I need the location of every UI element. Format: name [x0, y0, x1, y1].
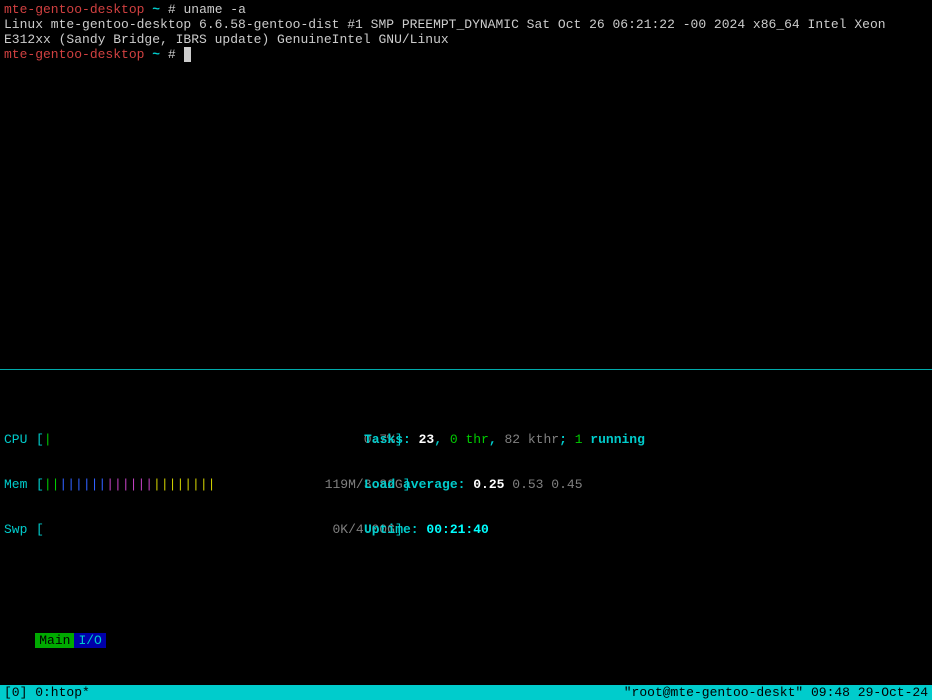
cursor[interactable] [184, 47, 192, 62]
prompt-host: mte-gentoo-desktop [4, 2, 144, 17]
tasks-line: Tasks: 23, 0 thr, 82 kthr; 1 running [364, 432, 928, 447]
shell-output: mte-gentoo-desktop ~ # uname -a Linux mt… [0, 0, 932, 64]
mem-meter: Mem[|||||||||||||||||||||| 119M/3.82G] [4, 477, 364, 492]
tab-io[interactable]: I/O [74, 633, 105, 648]
swp-meter: Swp[ 0K/4.00G] [4, 522, 364, 537]
prompt-tilde: ~ [152, 2, 160, 17]
tab-main[interactable]: Main [35, 633, 74, 648]
prompt-sym: # [168, 2, 176, 17]
shell-command: uname -a [184, 2, 246, 17]
status-left: [0] 0:htop* [4, 685, 90, 700]
uptime-line: Uptime: 00:21:40 [364, 522, 928, 537]
status-right: "root@mte-gentoo-deskt" 09:48 29-Oct-24 [624, 685, 928, 700]
uname-output: Linux mte-gentoo-desktop 6.6.58-gentoo-d… [4, 17, 886, 47]
htop-pane: CPU[| 0.7%] Mem[|||||||||||||||||||||| 1… [0, 370, 932, 700]
htop-tabs: MainI/O [4, 618, 928, 663]
load-line: Load average: 0.25 0.53 0.45 [364, 477, 928, 492]
prompt-host-2: mte-gentoo-desktop [4, 47, 144, 62]
cpu-meter: CPU[| 0.7%] [4, 432, 364, 447]
tmux-statusbar[interactable]: [0] 0:htop* "root@mte-gentoo-deskt" 09:4… [0, 685, 932, 700]
